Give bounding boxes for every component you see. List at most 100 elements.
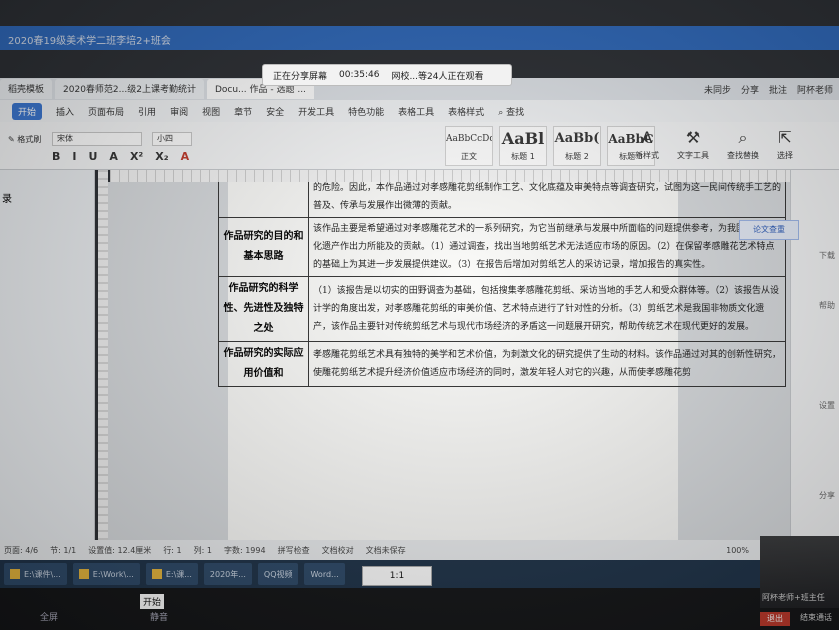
- style-gallery: AaBbCcDd 正文 AaBl 标题 1 AaBb( 标题 2 AaBbC 标…: [445, 126, 655, 166]
- bold-button[interactable]: B: [52, 150, 60, 163]
- format-painter-button[interactable]: ✎ 格式刷: [8, 134, 41, 145]
- zoom-level[interactable]: 100%: [726, 546, 749, 555]
- taskbar-qq-video[interactable]: QQ视频: [257, 563, 299, 585]
- menu-features[interactable]: 特色功能: [348, 105, 384, 118]
- font-name-select[interactable]: 宋体: [52, 132, 142, 146]
- tab-templates[interactable]: 稻壳模板: [0, 79, 53, 99]
- mute-button[interactable]: 静音: [150, 610, 168, 623]
- table-row: 作品研究的科学性、先进性及独特之处 （1）该报告是以切实的田野调查为基础，包括搜…: [218, 276, 786, 342]
- help-item[interactable]: 帮助: [819, 300, 835, 311]
- menu-page-layout[interactable]: 页面布局: [88, 105, 124, 118]
- brush-icon: ✎: [8, 135, 15, 144]
- sync-button[interactable]: 未同步: [704, 83, 731, 96]
- user-name[interactable]: 阿杯老师: [797, 83, 833, 96]
- doc-check-button[interactable]: 文档校对: [322, 545, 354, 556]
- zoom-ratio-popup[interactable]: 1:1: [362, 566, 432, 586]
- menu-search[interactable]: ⌕ 查找: [498, 105, 524, 118]
- share-item[interactable]: 分享: [819, 490, 835, 501]
- share-button[interactable]: 分享: [741, 83, 759, 96]
- share-viewers: 网校...等24人正在观看: [391, 71, 484, 82]
- superscript-button[interactable]: X²: [130, 150, 143, 163]
- style-name: 标题 2: [565, 152, 589, 161]
- leave-button[interactable]: 退出: [760, 612, 790, 626]
- document-canvas: 的危险。因此，本作品通过对孝感雕花剪纸制作工艺、文化底蕴及审美特点等调查研究，试…: [108, 182, 790, 540]
- menu-security[interactable]: 安全: [266, 105, 284, 118]
- table-row: 作品研究的目的和基本思路 该作品主要是希望通过对孝感雕花艺术的一系列研究，为它当…: [218, 217, 786, 277]
- style-heading-1[interactable]: AaBl 标题 1: [499, 126, 547, 166]
- strikethrough-button[interactable]: A: [109, 150, 118, 163]
- menu-insert[interactable]: 插入: [56, 105, 74, 118]
- ribbon-menu: 开始 插入 页面布局 引用 审阅 视图 章节 安全 开发工具 特色功能 表格工具…: [0, 100, 839, 122]
- menu-chapter[interactable]: 章节: [234, 105, 252, 118]
- status-line: 行: 1: [163, 545, 182, 555]
- start-tooltip: 开始: [140, 594, 165, 609]
- table-row-body[interactable]: 孝感雕花剪纸艺术具有独特的美学和艺术价值，为刺激文化的研究提供了生动的材料。该作…: [308, 341, 786, 387]
- task-label: E:\Work\...: [92, 569, 134, 579]
- meeting-controls: 全屏 静音 开始: [0, 588, 839, 630]
- tool-label: 选择: [777, 151, 793, 160]
- style-name: 标题 1: [511, 152, 535, 161]
- status-position: 设置值: 12.4厘米: [88, 545, 152, 555]
- select-tool[interactable]: ⇱ 选择: [777, 126, 793, 161]
- task-label: E:\课...: [165, 569, 192, 579]
- table-row-heading: [218, 182, 309, 218]
- new-style-icon: A: [641, 128, 653, 147]
- task-label: E:\课件\...: [24, 569, 61, 579]
- taskbar-folder-3[interactable]: E:\课...: [145, 563, 198, 585]
- wrench-icon: ⚒: [685, 128, 701, 147]
- format-painter-label: 格式刷: [17, 135, 42, 144]
- thesis-check-button[interactable]: 论文查重: [739, 220, 799, 240]
- new-style-tool[interactable]: A 新样式: [635, 126, 659, 161]
- tool-label: 文字工具: [677, 151, 709, 160]
- vertical-ruler: [98, 170, 108, 540]
- screen-capture: 2020春19级美术学二班李培2+班会 正在分享屏幕 00:35:46 网校..…: [0, 0, 839, 630]
- menu-developer[interactable]: 开发工具: [298, 105, 334, 118]
- screen-share-status[interactable]: 正在分享屏幕 00:35:46 网校...等24人正在观看: [262, 64, 512, 86]
- subscript-button[interactable]: X₂: [155, 150, 168, 163]
- fullscreen-button[interactable]: 全屏: [40, 610, 58, 623]
- table-row-body[interactable]: 该作品主要是希望通过对孝感雕花艺术的一系列研究，为它当前继承与发展中所面临的问题…: [308, 217, 786, 277]
- spell-check-button[interactable]: 拼写检查: [278, 545, 310, 556]
- menu-references[interactable]: 引用: [138, 105, 156, 118]
- font-color-button[interactable]: A: [181, 150, 190, 163]
- cursor-icon: ⇱: [778, 128, 792, 147]
- webcam-name: 阿杯老师+班主任: [762, 593, 825, 602]
- meeting-title-bar: 2020春19级美术学二班李培2+班会: [0, 26, 839, 50]
- comment-button[interactable]: 批注: [769, 83, 787, 96]
- text-tools[interactable]: ⚒ 文字工具: [677, 126, 709, 161]
- menu-home[interactable]: 开始: [12, 102, 43, 120]
- taskbar-folder-2[interactable]: E:\Work\...: [72, 563, 140, 585]
- table-row: 作品研究的实际应用价值和 孝感雕花剪纸艺术具有独特的美学和艺术价值，为刺激文化的…: [218, 341, 786, 387]
- share-status-text: 正在分享屏幕: [273, 71, 328, 82]
- table-row-body[interactable]: 的危险。因此，本作品通过对孝感雕花剪纸制作工艺、文化底蕴及审美特点等调查研究，试…: [308, 182, 786, 218]
- font-size-select[interactable]: 小四: [152, 132, 192, 146]
- save-status: 文档未保存: [365, 545, 406, 555]
- settings-item[interactable]: 设置: [819, 400, 835, 411]
- tab-label: 稻壳模板: [8, 85, 45, 95]
- menu-view[interactable]: 视图: [202, 105, 220, 118]
- menu-table-tools[interactable]: 表格工具: [398, 105, 434, 118]
- table-row-body[interactable]: （1）该报告是以切实的田野调查为基础，包括搜集孝感雕花剪纸、采访当地的手艺人和受…: [308, 276, 786, 342]
- task-label: Word...: [310, 569, 339, 579]
- navigation-pane: 录: [0, 170, 95, 540]
- taskbar-app-2020[interactable]: 2020年...: [203, 563, 252, 585]
- taskbar-folder-1[interactable]: E:\课件\...: [4, 563, 67, 585]
- menu-review[interactable]: 审阅: [170, 105, 188, 118]
- taskbar-word[interactable]: Word...: [304, 563, 345, 585]
- style-normal[interactable]: AaBbCcDd 正文: [445, 126, 493, 166]
- tool-label: 新样式: [635, 151, 659, 160]
- home-ribbon: ✎ 格式刷 宋体 小四 B I U A X² X₂ A AaBbCcDd 正文 …: [0, 122, 839, 170]
- navigation-pane-title: 录: [2, 194, 12, 205]
- share-elapsed-time: 00:35:46: [339, 70, 380, 80]
- document-table[interactable]: 的危险。因此，本作品通过对孝感雕花剪纸制作工艺、文化底蕴及审美特点等调查研究，试…: [218, 182, 786, 387]
- end-call-button[interactable]: 结束通话: [800, 612, 832, 623]
- underline-button[interactable]: U: [88, 150, 97, 163]
- download-item[interactable]: 下载: [819, 250, 835, 261]
- italic-button[interactable]: I: [72, 150, 76, 163]
- find-replace-tool[interactable]: ⌕ 查找替换: [727, 126, 759, 161]
- font-controls: 宋体 小四: [52, 132, 192, 146]
- menu-table-style[interactable]: 表格样式: [448, 105, 484, 118]
- status-word-count[interactable]: 字数: 1994: [224, 545, 266, 556]
- style-heading-2[interactable]: AaBb( 标题 2: [553, 126, 601, 166]
- tab-attendance-sheet[interactable]: 2020春师范2...级2上课考勤统计: [55, 79, 204, 99]
